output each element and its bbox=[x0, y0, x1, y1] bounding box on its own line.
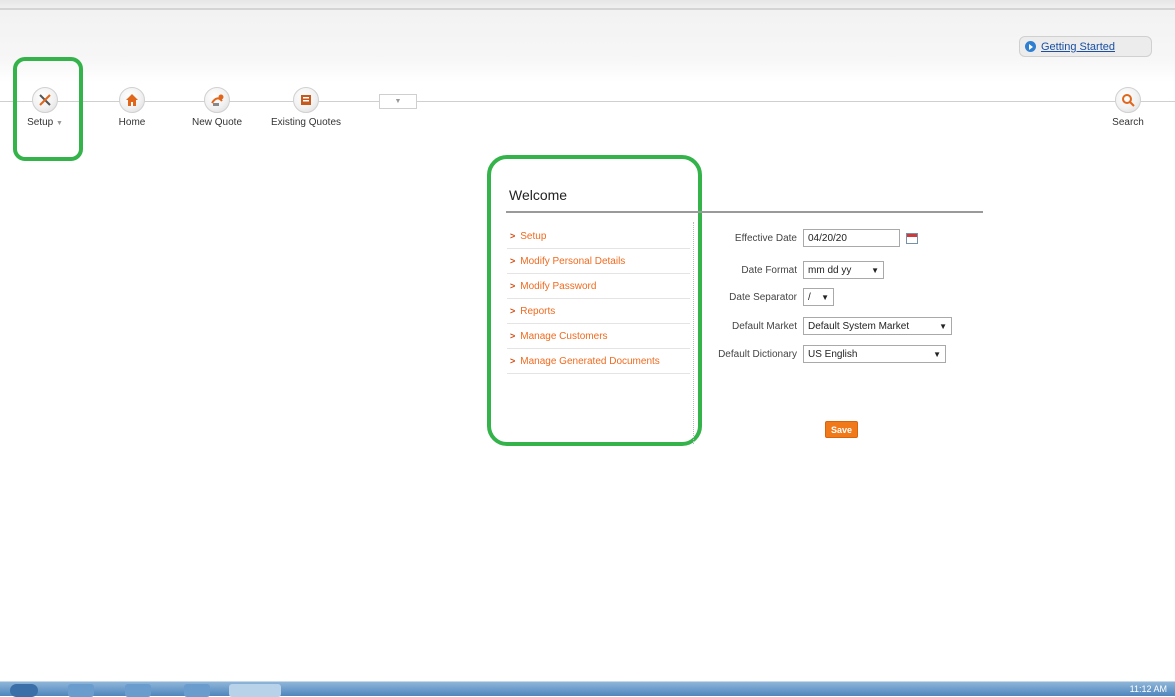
menu-item-label: Setup bbox=[520, 230, 547, 242]
default-dictionary-row: Default Dictionary US English ▼ bbox=[700, 344, 946, 364]
top-header bbox=[0, 0, 1175, 82]
nav-new-quote-label: New Quote bbox=[191, 117, 243, 128]
getting-started-label: Getting Started bbox=[1041, 40, 1115, 53]
os-taskbar: 11:12 AM bbox=[0, 681, 1175, 697]
menu-item-manage-customers[interactable]: > Manage Customers bbox=[507, 324, 690, 349]
date-format-row: Date Format mm dd yy ▼ bbox=[700, 260, 884, 280]
new-quote-icon bbox=[204, 87, 230, 113]
menu-item-label: Manage Generated Documents bbox=[520, 355, 660, 367]
home-icon bbox=[119, 87, 145, 113]
effective-date-row: Effective Date 04/20/20 bbox=[700, 228, 918, 248]
welcome-menu: > Setup > Modify Personal Details > Modi… bbox=[507, 224, 690, 374]
welcome-title: Welcome bbox=[509, 187, 568, 203]
menu-item-manage-generated-documents[interactable]: > Manage Generated Documents bbox=[507, 349, 690, 374]
menu-item-label: Modify Password bbox=[520, 280, 597, 292]
top-divider bbox=[0, 8, 1175, 10]
taskbar-active-app[interactable] bbox=[229, 684, 281, 697]
menu-item-setup[interactable]: > Setup bbox=[507, 224, 690, 249]
date-separator-select[interactable]: / ▼ bbox=[803, 288, 834, 306]
menu-item-label: Modify Personal Details bbox=[520, 255, 626, 267]
default-market-row: Default Market Default System Market ▼ bbox=[700, 316, 952, 336]
chevron-right-icon: > bbox=[510, 306, 516, 316]
default-market-select[interactable]: Default System Market ▼ bbox=[803, 317, 952, 335]
taskbar-explorer-icon[interactable] bbox=[68, 684, 94, 697]
taskbar-clock: 11:12 AM bbox=[1129, 684, 1167, 694]
taskbar-browser-icon[interactable] bbox=[184, 684, 210, 697]
default-dictionary-select[interactable]: US English ▼ bbox=[803, 345, 946, 363]
chevron-right-icon: > bbox=[510, 256, 516, 266]
existing-quotes-icon bbox=[293, 87, 319, 113]
menu-item-modify-password[interactable]: > Modify Password bbox=[507, 274, 690, 299]
start-button[interactable] bbox=[10, 684, 38, 697]
chevron-right-icon: > bbox=[510, 331, 516, 341]
chevron-right-icon: > bbox=[510, 281, 516, 291]
nav-home[interactable]: Home bbox=[112, 87, 152, 128]
chevron-down-icon: ▼ bbox=[821, 292, 829, 302]
default-market-value: Default System Market bbox=[808, 320, 910, 332]
date-format-value: mm dd yy bbox=[808, 264, 852, 276]
default-dictionary-label: Default Dictionary bbox=[718, 348, 797, 360]
chevron-down-icon: ▼ bbox=[871, 265, 879, 275]
nav-search-label: Search bbox=[1112, 117, 1144, 128]
setup-highlight-box bbox=[13, 57, 83, 161]
menu-item-modify-personal-details[interactable]: > Modify Personal Details bbox=[507, 249, 690, 274]
chevron-right-icon: > bbox=[510, 356, 516, 366]
effective-date-label: Effective Date bbox=[734, 232, 797, 244]
menu-item-label: Manage Customers bbox=[520, 330, 608, 342]
save-button[interactable]: Save bbox=[825, 421, 858, 438]
getting-started-link[interactable]: Getting Started bbox=[1019, 36, 1152, 57]
date-separator-value: / bbox=[808, 291, 811, 303]
date-separator-label: Date Separator bbox=[729, 291, 797, 303]
chevron-down-icon: ▼ bbox=[939, 321, 947, 331]
chevron-down-icon: ▼ bbox=[933, 349, 941, 359]
nav-more-tab[interactable]: ▼ bbox=[379, 94, 417, 109]
play-icon bbox=[1025, 41, 1036, 52]
date-format-select[interactable]: mm dd yy ▼ bbox=[803, 261, 884, 279]
nav-line-right bbox=[417, 101, 1175, 102]
date-format-label: Date Format bbox=[741, 264, 797, 276]
search-icon bbox=[1115, 87, 1141, 113]
menu-item-label: Reports bbox=[520, 305, 556, 317]
nav-existing-quotes[interactable]: Existing Quotes bbox=[263, 87, 349, 128]
taskbar-media-icon[interactable] bbox=[125, 684, 151, 697]
welcome-divider bbox=[506, 211, 983, 213]
effective-date-input[interactable]: 04/20/20 bbox=[803, 229, 900, 247]
nav-home-label: Home bbox=[118, 117, 146, 128]
nav-search[interactable]: Search bbox=[1106, 87, 1150, 128]
panel-separator bbox=[693, 222, 694, 444]
nav-new-quote[interactable]: New Quote bbox=[186, 87, 248, 128]
default-dictionary-value: US English bbox=[808, 348, 858, 360]
nav-existing-quotes-label: Existing Quotes bbox=[270, 117, 342, 128]
date-separator-row: Date Separator / ▼ bbox=[700, 287, 834, 307]
chevron-right-icon: > bbox=[510, 231, 516, 241]
default-market-label: Default Market bbox=[731, 320, 797, 332]
menu-item-reports[interactable]: > Reports bbox=[507, 299, 690, 324]
calendar-icon[interactable] bbox=[906, 232, 918, 244]
